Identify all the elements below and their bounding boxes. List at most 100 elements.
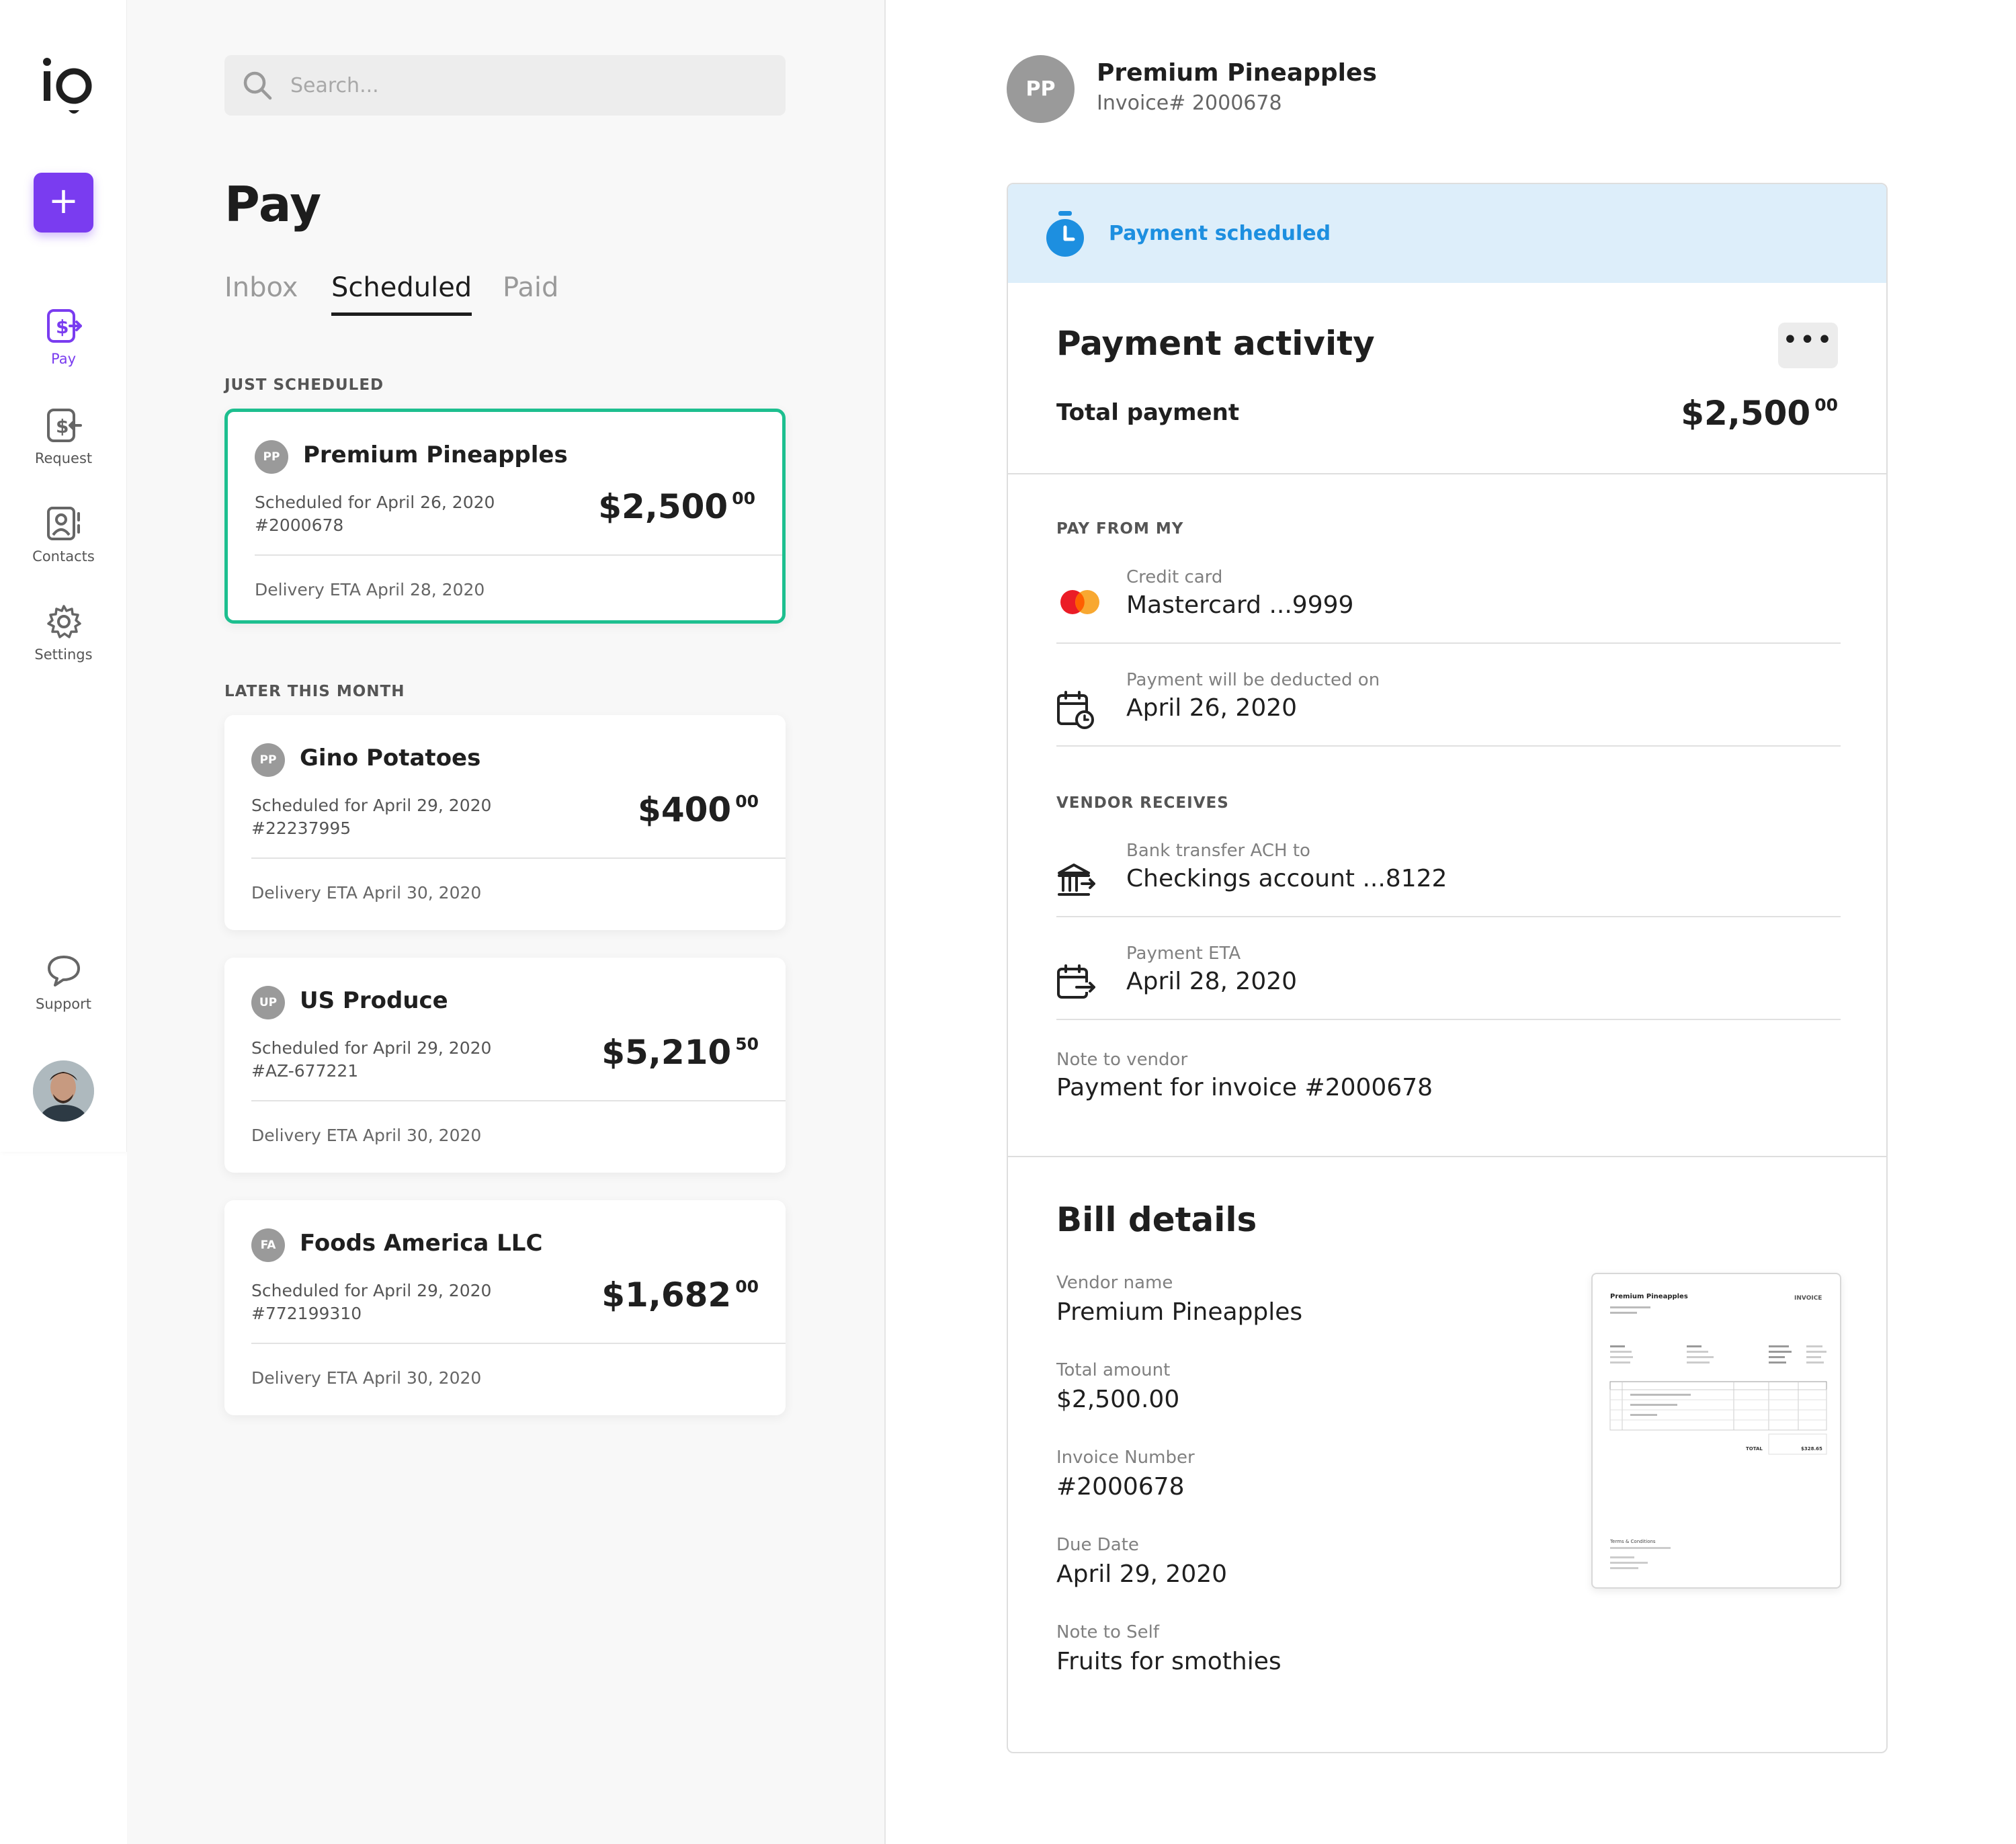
total-amount-label: Total amount [1056, 1360, 1171, 1380]
vendor-name: Foods America LLC [300, 1230, 543, 1257]
invoice-total-value: $328.65 [1801, 1446, 1822, 1452]
vendor-receives-label: VENDOR RECEIVES [1056, 794, 1229, 812]
chat-bubble-icon [47, 956, 80, 987]
invoice-preview-thumbnail[interactable]: Premium Pineapples INVOICE TOTAL $328.65… [1591, 1273, 1841, 1589]
invoice-number-label: Invoice Number [1056, 1448, 1195, 1468]
amount-main: $400 [638, 790, 732, 829]
tab-inbox[interactable]: Inbox [224, 272, 298, 312]
payment-amount: $1,682 00 [601, 1275, 759, 1314]
delivery-eta: Delivery ETA April 28, 2020 [255, 580, 485, 599]
scheduled-date: Scheduled for April 29, 2020 [251, 796, 492, 815]
invoice-number: #2000678 [255, 515, 344, 535]
amount-cents: 50 [735, 1034, 759, 1054]
vendor-name-label: Vendor name [1056, 1273, 1173, 1293]
vendor-avatar: FA [251, 1228, 285, 1262]
search-bar[interactable] [224, 55, 786, 116]
tab-scheduled[interactable]: Scheduled [331, 272, 472, 316]
amount-cents: 00 [1814, 395, 1838, 415]
gear-icon [46, 605, 81, 638]
pay-from-label: PAY FROM MY [1056, 520, 1184, 538]
invoice-document-icon: Premium Pineapples INVOICE TOTAL $328.65… [1609, 1293, 1827, 1569]
deduction-date-label: Payment will be deducted on [1126, 670, 1380, 690]
row-divider [1056, 642, 1841, 644]
note-to-self-label: Note to Self [1056, 1622, 1160, 1642]
payment-card[interactable]: FA Foods America LLC Scheduled for April… [224, 1200, 786, 1415]
invoice-terms: Terms & Conditions [1609, 1539, 1656, 1544]
deduction-date-row: Payment will be deducted on April 26, 20… [1056, 670, 1841, 771]
nav-pay-label: Pay [50, 351, 77, 367]
nav-support[interactable]: Support [0, 953, 127, 1034]
invoice-total-label: TOTAL [1746, 1446, 1763, 1452]
sidebar: + $ Pay $ Request Contacts Settings Supp… [0, 0, 127, 1152]
payment-amount: $400 00 [638, 790, 759, 829]
card-divider [251, 857, 786, 859]
deduction-date-value: April 26, 2020 [1126, 694, 1298, 722]
new-payment-button[interactable]: + [34, 173, 93, 233]
nav-contacts-label: Contacts [32, 548, 95, 564]
vendor-name-value: Premium Pineapples [1056, 1298, 1303, 1326]
payment-card[interactable]: PP Gino Potatoes Scheduled for April 29,… [224, 715, 786, 930]
section-label-just-scheduled: JUST SCHEDULED [224, 376, 384, 394]
credit-card-label: Credit card [1126, 567, 1223, 587]
card-divider [251, 1100, 786, 1101]
total-payment-amount: $2,500 00 [1681, 394, 1838, 433]
svg-text:$: $ [56, 316, 69, 338]
nav-request-label: Request [34, 450, 93, 466]
nav-pay[interactable]: $ Pay [0, 308, 127, 388]
tab-paid[interactable]: Paid [503, 272, 558, 312]
invoice-number: #772199310 [251, 1304, 362, 1323]
card-divider [251, 1343, 786, 1344]
calendar-arrow-icon [1057, 964, 1095, 999]
nav-settings[interactable]: Settings [0, 603, 127, 684]
note-to-vendor-label: Note to vendor [1056, 1050, 1188, 1070]
payment-eta-row: Payment ETA April 28, 2020 [1056, 944, 1841, 1044]
nav-contacts[interactable]: Contacts [0, 505, 127, 586]
total-amount-value: $2,500.00 [1056, 1386, 1180, 1413]
scheduled-date: Scheduled for April 26, 2020 [255, 493, 495, 512]
request-icon: $ [46, 409, 82, 442]
payment-card[interactable]: UP US Produce Scheduled for April 29, 20… [224, 958, 786, 1173]
delivery-eta: Delivery ETA April 30, 2020 [251, 1368, 482, 1388]
due-date-label: Due Date [1056, 1535, 1139, 1555]
invoice-company: Premium Pineapples [1610, 1293, 1688, 1300]
detail-vendor-name: Premium Pineapples [1097, 59, 1377, 87]
detail-invoice-number: Invoice# 2000678 [1097, 91, 1282, 115]
calendar-clock-icon [1057, 691, 1094, 729]
scheduled-date: Scheduled for April 29, 2020 [251, 1281, 492, 1300]
payment-eta-value: April 28, 2020 [1126, 968, 1298, 995]
payment-detail-panel: Payment scheduled Payment activity ••• T… [1007, 183, 1888, 1753]
invoice-number: #22237995 [251, 819, 351, 838]
payment-card[interactable]: PP Premium Pineapples Scheduled for Apri… [224, 409, 786, 624]
row-divider [1056, 1019, 1841, 1020]
note-to-self-value: Fruits for smothies [1056, 1648, 1282, 1675]
row-divider [1056, 916, 1841, 917]
payment-activity-title: Payment activity [1056, 324, 1375, 363]
invoice-number-value: #2000678 [1056, 1473, 1185, 1501]
search-input[interactable] [290, 55, 761, 116]
bill-details-title: Bill details [1056, 1200, 1257, 1239]
page-title: Pay [224, 176, 322, 233]
user-photo-icon [33, 1060, 94, 1122]
note-to-vendor-value: Payment for invoice #2000678 [1056, 1074, 1433, 1101]
payment-amount: $5,210 50 [601, 1033, 759, 1072]
vendor-name: US Produce [300, 987, 448, 1014]
bank-transfer-label: Bank transfer ACH to [1126, 841, 1310, 861]
vendor-name: Gino Potatoes [300, 745, 481, 771]
nav-settings-label: Settings [34, 646, 93, 663]
search-icon [243, 71, 272, 100]
nav-request[interactable]: $ Request [0, 407, 127, 488]
vendor-name: Premium Pineapples [303, 442, 568, 468]
total-payment-label: Total payment [1056, 399, 1240, 426]
amount-main: $1,682 [601, 1275, 732, 1314]
mastercard-icon [1060, 590, 1099, 614]
bank-icon [1058, 864, 1095, 896]
detail-vendor-avatar: PP [1007, 55, 1075, 123]
user-avatar[interactable] [33, 1060, 94, 1122]
section-divider [1008, 1156, 1886, 1157]
invoice-doc-type: INVOICE [1794, 1295, 1822, 1302]
amount-main: $2,500 [598, 487, 728, 526]
scheduled-date: Scheduled for April 29, 2020 [251, 1038, 492, 1058]
svg-text:$: $ [56, 415, 69, 437]
amount-main: $5,210 [601, 1033, 732, 1072]
more-options-button[interactable]: ••• [1778, 323, 1838, 368]
